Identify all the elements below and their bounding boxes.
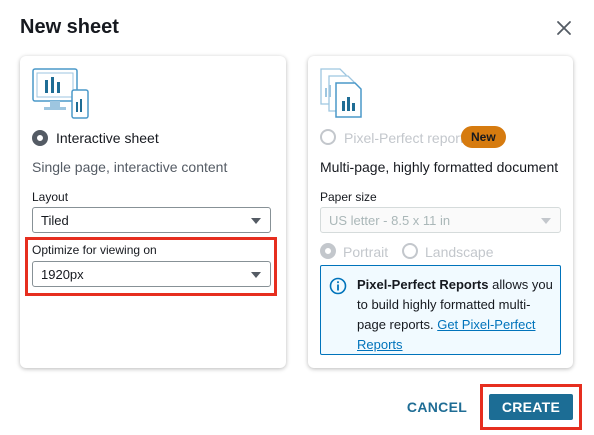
info-icon <box>329 277 347 295</box>
pixel-perfect-description: Multi-page, highly formatted document <box>320 159 559 175</box>
pixel-perfect-label: Pixel-Perfect report <box>344 130 464 146</box>
info-message: Pixel-Perfect Reports allows you to buil… <box>357 275 553 355</box>
layout-select[interactable]: Tiled <box>32 207 271 233</box>
portrait-label: Portrait <box>343 244 389 260</box>
pixel-perfect-radio[interactable] <box>320 129 336 145</box>
new-badge: New <box>461 126 506 148</box>
layout-label: Layout <box>32 190 69 204</box>
optimize-highlight <box>25 237 277 296</box>
chevron-down-icon <box>541 218 551 224</box>
interactive-sheet-label: Interactive sheet <box>56 130 159 146</box>
paper-size-label: Paper size <box>320 190 377 204</box>
interactive-sheet-card[interactable]: Interactive sheet Single page, interacti… <box>20 56 286 368</box>
info-bold-text: Pixel-Perfect Reports <box>357 277 489 292</box>
dialog-title: New sheet <box>20 16 119 38</box>
dashboard-icon <box>32 68 89 119</box>
landscape-radio[interactable] <box>402 243 418 259</box>
interactive-sheet-description: Single page, interactive content <box>32 159 228 175</box>
close-icon[interactable] <box>555 19 573 37</box>
info-alert: Pixel-Perfect Reports allows you to buil… <box>320 265 561 355</box>
create-highlight <box>480 384 582 430</box>
portrait-radio[interactable] <box>320 243 336 259</box>
cancel-button[interactable]: CANCEL <box>400 394 474 420</box>
layout-value: Tiled <box>41 213 69 228</box>
paper-size-value: US letter - 8.5 x 11 in <box>329 213 451 228</box>
chevron-down-icon <box>251 218 261 224</box>
pixel-perfect-card: Pixel-Perfect report New Multi-page, hig… <box>308 56 573 368</box>
paper-size-select[interactable]: US letter - 8.5 x 11 in <box>320 207 561 233</box>
new-sheet-dialog: New sheet Interactive sheet Single page,… <box>0 0 594 435</box>
landscape-label: Landscape <box>425 244 494 260</box>
interactive-sheet-radio[interactable] <box>32 130 48 146</box>
report-document-icon <box>320 68 362 118</box>
